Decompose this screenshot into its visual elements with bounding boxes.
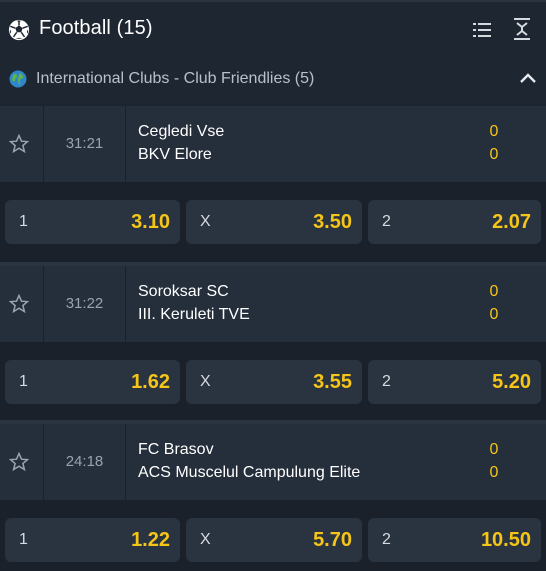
- away-score: 0: [489, 146, 499, 163]
- away-score: 0: [489, 464, 499, 481]
- odd-value: 3.55: [313, 371, 352, 393]
- odd-value: 3.10: [131, 211, 170, 233]
- sport-header: Football (15): [0, 0, 546, 56]
- odd-label: 2: [382, 373, 391, 390]
- favorite-button[interactable]: [0, 106, 44, 182]
- match-info[interactable]: 31:22 Soroksar SC III. Keruleti TVE 0 0: [0, 266, 546, 342]
- league-row[interactable]: International Clubs - Club Friendlies (5…: [0, 56, 546, 104]
- match-card: 31:21 Cegledi Vse BKV Elore 0 0 1 3.10 X…: [0, 106, 546, 264]
- away-team: ACS Muscelul Campulung Elite: [138, 464, 361, 481]
- football-icon: [8, 19, 30, 41]
- odd-value: 10.50: [480, 529, 531, 551]
- home-team: FC Brasov: [138, 441, 214, 458]
- away-team: BKV Elore: [138, 146, 212, 163]
- odd-label: X: [200, 213, 211, 230]
- favorite-button[interactable]: [0, 424, 44, 500]
- away-team: III. Keruleti TVE: [138, 306, 250, 323]
- odd-value: 1.62: [131, 371, 170, 393]
- home-score: 0: [489, 283, 499, 300]
- odd-label: 2: [382, 531, 391, 548]
- odd-button-draw[interactable]: X 3.55: [186, 360, 362, 404]
- away-score: 0: [489, 306, 499, 323]
- odd-button-draw[interactable]: X 3.50: [186, 200, 362, 244]
- home-score: 0: [489, 441, 499, 458]
- odd-value: 2.07: [492, 211, 531, 233]
- chevron-up-icon[interactable]: [519, 71, 537, 85]
- home-team: Cegledi Vse: [138, 123, 225, 140]
- odd-label: 2: [382, 213, 391, 230]
- odd-value: 3.50: [313, 211, 352, 233]
- odd-button-away[interactable]: 2 2.07: [368, 200, 541, 244]
- league-name: International Clubs - Club Friendlies (5…: [36, 70, 315, 87]
- odd-value: 1.22: [131, 529, 170, 551]
- odd-button-draw[interactable]: X 5.70: [186, 518, 362, 562]
- match-card: 24:18 FC Brasov ACS Muscelul Campulung E…: [0, 424, 546, 571]
- home-team: Soroksar SC: [138, 283, 229, 300]
- odd-button-home[interactable]: 1 3.10: [5, 200, 180, 244]
- star-icon: [9, 452, 29, 472]
- star-icon: [9, 294, 29, 314]
- favorite-button[interactable]: [0, 266, 44, 342]
- star-icon: [9, 134, 29, 154]
- odd-value: 5.70: [313, 529, 352, 551]
- collapse-all-icon[interactable]: [513, 17, 531, 41]
- odd-label: 1: [19, 213, 28, 230]
- list-view-icon[interactable]: [472, 20, 492, 40]
- odd-label: 1: [19, 373, 28, 390]
- odd-label: 1: [19, 531, 28, 548]
- odd-button-away[interactable]: 2 5.20: [368, 360, 541, 404]
- match-time: 31:21: [44, 106, 126, 182]
- odd-label: X: [200, 531, 211, 548]
- odd-button-home[interactable]: 1 1.62: [5, 360, 180, 404]
- sport-title: Football (15): [39, 17, 153, 39]
- odd-value: 5.20: [492, 371, 531, 393]
- match-card: 31:22 Soroksar SC III. Keruleti TVE 0 0 …: [0, 266, 546, 424]
- match-info[interactable]: 31:21 Cegledi Vse BKV Elore 0 0: [0, 106, 546, 182]
- odd-label: X: [200, 373, 211, 390]
- match-info[interactable]: 24:18 FC Brasov ACS Muscelul Campulung E…: [0, 424, 546, 500]
- odd-button-away[interactable]: 2 10.50: [368, 518, 541, 562]
- globe-icon: [9, 70, 27, 88]
- odd-button-home[interactable]: 1 1.22: [5, 518, 180, 562]
- match-time: 24:18: [44, 424, 126, 500]
- home-score: 0: [489, 123, 499, 140]
- match-time: 31:22: [44, 266, 126, 342]
